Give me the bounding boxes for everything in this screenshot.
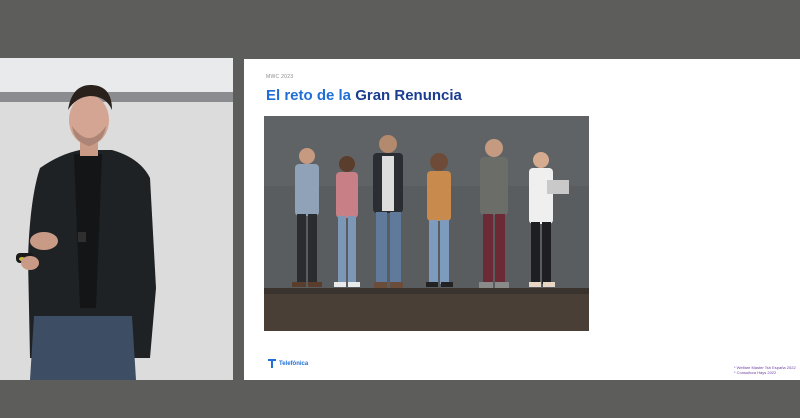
telefonica-logo: Telefónica <box>268 359 308 368</box>
group-photo <box>264 116 589 331</box>
presentation-slide: MWC 2023 El reto de la Gran Renuncia Tel… <box>244 59 800 380</box>
footnote: * Consultora Hays 2022 <box>734 370 777 375</box>
footnotes: * Welfare Master Tsh España 2022 * Consu… <box>734 365 798 375</box>
presenter-figure <box>16 84 156 380</box>
telefonica-t-icon <box>268 359 276 368</box>
slide-event-tag: MWC 2023 <box>266 74 294 80</box>
slide-title-part1: El reto de la <box>266 87 352 104</box>
logo-text: Telefónica <box>279 360 309 367</box>
slide-title-part2: Gran Renuncia <box>355 87 462 104</box>
slide-title: El reto de la Gran Renuncia <box>266 87 462 104</box>
speaker-video <box>0 58 233 380</box>
